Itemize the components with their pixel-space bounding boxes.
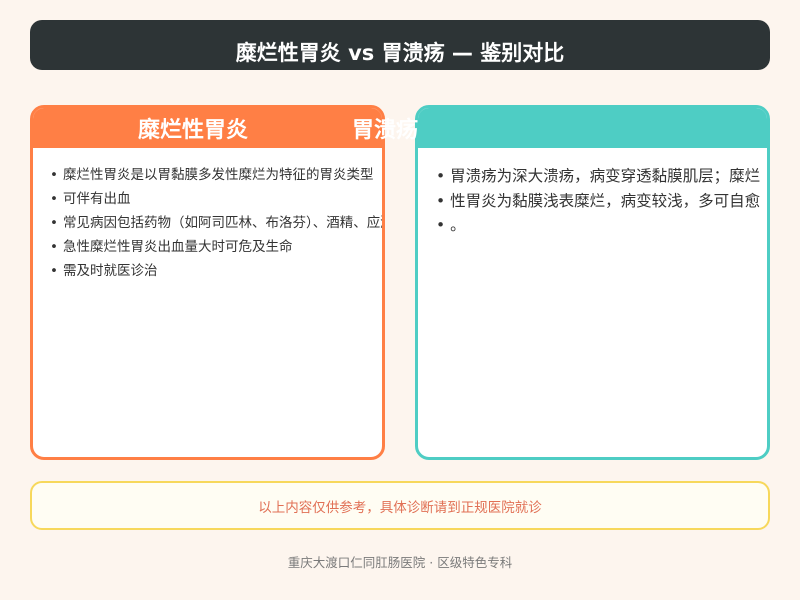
list-item: 性胃炎为黏膜浅表糜烂，病变较浅，多可自愈 [436,189,767,214]
list-item: 胃溃疡为深大溃疡，病变穿透黏膜肌层；糜烂 [436,164,767,189]
card-header: 胃溃疡 [352,108,767,148]
footer-text: 重庆大渡口仁同肛肠医院 · 区级特色专科 [287,555,513,570]
card-title: 糜烂性胃炎 [138,118,249,143]
list-item: 可伴有出血 [50,187,382,211]
card-title: 胃溃疡 [352,118,419,143]
card-erosive-gastritis: 糜烂性胃炎 糜烂性胃炎是以胃黏膜多发性糜烂为特征的胃炎类型 可伴有出血 常见病因… [30,105,385,460]
list-item: 糜烂性胃炎是以胃黏膜多发性糜烂为特征的胃炎类型 [50,163,382,187]
card-body: 胃溃疡为深大溃疡，病变穿透黏膜肌层；糜烂 性胃炎为黏膜浅表糜烂，病变较浅，多可自… [418,148,767,457]
disclaimer-text: 以上内容仅供参考，具体诊断请到正规医院就诊 [258,499,542,516]
disclaimer-box: 以上内容仅供参考，具体诊断请到正规医院就诊 [30,481,770,530]
list-item: 常见病因包括药物（如阿司匹林、布洛芬）、酒精、应激 [50,211,382,235]
list-item: 。 [436,213,767,238]
page: { "page": { "background": "#fdf5ee" }, "… [0,0,800,600]
list-item: 需及时就医诊治 [50,259,382,283]
title-bar: 糜烂性胃炎 vs 胃溃疡 — 鉴别对比 [30,20,770,70]
card-gastric-ulcer: 胃溃疡 胃溃疡为深大溃疡，病变穿透黏膜肌层；糜烂 性胃炎为黏膜浅表糜烂，病变较浅… [352,105,770,460]
card-body: 糜烂性胃炎是以胃黏膜多发性糜烂为特征的胃炎类型 可伴有出血 常见病因包括药物（如… [33,148,382,457]
list-item: 急性糜烂性胃炎出血量大时可危及生命 [50,235,382,259]
card-header: 糜烂性胃炎 [33,108,382,148]
page-title: 糜烂性胃炎 vs 胃溃疡 — 鉴别对比 [235,41,565,65]
